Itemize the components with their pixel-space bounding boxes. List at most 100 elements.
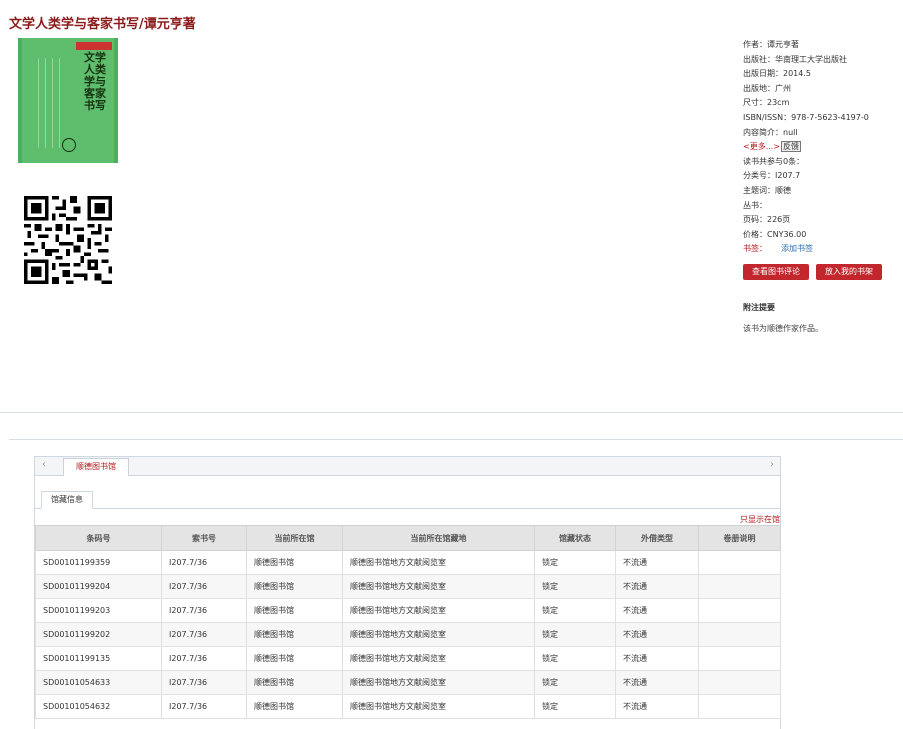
- more-link[interactable]: <更多...>: [743, 142, 780, 151]
- column-header[interactable]: 馆藏状态: [534, 525, 616, 551]
- size-field: 尺寸：23cm: [743, 98, 790, 108]
- library-cell: 顺德图书馆: [246, 550, 343, 575]
- notes-heading: 附注提要: [743, 303, 775, 312]
- volume-note-cell: [698, 598, 781, 623]
- location-cell: 顺德图书馆地方文献阅览室: [342, 670, 535, 695]
- library-cell: 顺德图书馆: [246, 574, 343, 599]
- status-cell: 锁定: [534, 598, 616, 623]
- library-cell: 顺德图书馆: [246, 646, 343, 671]
- barcode-cell: SD00101054632: [35, 694, 162, 719]
- volume-note-cell: [698, 622, 781, 647]
- cover-decoration: [32, 58, 62, 148]
- table-row: SD00101199204 I207.7/36 顺德图书馆 顺德图书馆地方文献阅…: [35, 574, 781, 599]
- library-cell: 顺德图书馆: [246, 694, 343, 719]
- barcode-cell: SD00101199135: [35, 646, 162, 671]
- holdings-panel: ‹ › 顺德图书馆 馆藏信息 只显示在馆 条码号 索书号 当前所在馆 当前所在馆…: [34, 456, 781, 729]
- qr-code-icon: [24, 196, 112, 284]
- call-number-cell: I207.7/36: [161, 574, 247, 599]
- status-cell: 锁定: [534, 574, 616, 599]
- library-cell: 顺德图书馆: [246, 598, 343, 623]
- column-header[interactable]: 卷册说明: [698, 525, 781, 551]
- table-row: SD00101199359 I207.7/36 顺德图书馆 顺德图书馆地方文献阅…: [35, 550, 781, 575]
- chevron-left-icon[interactable]: ‹: [42, 459, 46, 470]
- divider: [0, 412, 903, 413]
- column-header[interactable]: 外借类型: [615, 525, 699, 551]
- book-metadata: 作者：谭元亨著 出版社：华南理工大学出版社 出版日期：2014.5 出版地：广州…: [743, 38, 898, 257]
- library-tab-bar: ‹ › 顺德图书馆: [35, 457, 780, 476]
- loan-type-cell: 不流通: [615, 694, 699, 719]
- table-row: SD00101199203 I207.7/36 顺德图书馆 顺德图书馆地方文献阅…: [35, 598, 781, 623]
- library-cell: 顺德图书馆: [246, 622, 343, 647]
- price-field: 价格：CNY36.00: [743, 229, 807, 239]
- location-cell: 顺德图书馆地方文献阅览室: [342, 622, 535, 647]
- add-to-shelf-button[interactable]: 放入我的书架: [816, 264, 882, 280]
- series-field: 丛书：: [743, 200, 767, 210]
- call-number-cell: I207.7/36: [161, 550, 247, 575]
- bookmark-label: 书签：: [743, 244, 767, 254]
- barcode-cell: SD00101199359: [35, 550, 162, 575]
- class-number-field: 分类号：I207.7: [743, 171, 801, 181]
- summary-field: 内容简介：null: [743, 127, 798, 137]
- loan-type-cell: 不流通: [615, 550, 699, 575]
- call-number-cell: I207.7/36: [161, 694, 247, 719]
- volume-note-cell: [698, 646, 781, 671]
- table-row: SD00101054632 I207.7/36 顺德图书馆 顺德图书馆地方文献阅…: [35, 694, 781, 719]
- column-header[interactable]: 条码号: [35, 525, 162, 551]
- author-field: 作者：谭元亨著: [743, 40, 799, 49]
- location-cell: 顺德图书馆地方文献阅览室: [342, 646, 535, 671]
- location-cell: 顺德图书馆地方文献阅览室: [342, 598, 535, 623]
- status-cell: 锁定: [534, 670, 616, 695]
- book-cover-image: 文学人类学与客家书写: [18, 38, 118, 163]
- barcode-cell: SD00101054633: [35, 670, 162, 695]
- chevron-right-icon[interactable]: ›: [770, 459, 774, 470]
- table-row: SD00101199135 I207.7/36 顺德图书馆 顺德图书馆地方文献阅…: [35, 646, 781, 671]
- column-header[interactable]: 当前所在馆: [246, 525, 343, 551]
- table-header-row: 条码号 索书号 当前所在馆 当前所在馆藏地 馆藏状态 外借类型 卷册说明: [35, 525, 781, 551]
- pages-field: 页码：226页: [743, 215, 791, 225]
- cover-title: 文学人类学与客家书写: [84, 51, 106, 112]
- table-row: SD00101199202 I207.7/36 顺德图书馆 顺德图书馆地方文献阅…: [35, 622, 781, 647]
- location-cell: 顺德图书馆地方文献阅览室: [342, 574, 535, 599]
- library-cell: 顺德图书馆: [246, 670, 343, 695]
- location-cell: 顺德图书馆地方文献阅览室: [342, 550, 535, 575]
- notes-text: 该书为顺德作家作品。: [743, 324, 823, 333]
- call-number-cell: I207.7/36: [161, 646, 247, 671]
- tab-shunde-library[interactable]: 顺德图书馆: [63, 458, 129, 476]
- location-cell: 顺德图书馆地方文献阅览室: [342, 694, 535, 719]
- tab-holding-info[interactable]: 馆藏信息: [41, 491, 93, 509]
- barcode-cell: SD00101199204: [35, 574, 162, 599]
- call-number-cell: I207.7/36: [161, 598, 247, 623]
- show-available-only-link[interactable]: 只显示在馆: [740, 514, 780, 525]
- call-number-cell: I207.7/36: [161, 670, 247, 695]
- volume-note-cell: [698, 670, 781, 695]
- table-row: SD00101054633 I207.7/36 顺德图书馆 顺德图书馆地方文献阅…: [35, 670, 781, 695]
- volume-note-cell: [698, 694, 781, 719]
- add-bookmark-link[interactable]: 添加书签: [781, 244, 813, 253]
- volume-note-cell: [698, 550, 781, 575]
- column-header[interactable]: 当前所在馆藏地: [342, 525, 535, 551]
- status-cell: 锁定: [534, 622, 616, 647]
- pub-date-field: 出版日期：2014.5: [743, 69, 811, 79]
- publisher-logo-icon: [62, 138, 76, 152]
- barcode-cell: SD00101199202: [35, 622, 162, 647]
- call-number-cell: I207.7/36: [161, 622, 247, 647]
- status-cell: 锁定: [534, 694, 616, 719]
- holding-tab-line: [35, 508, 780, 509]
- feedback-button[interactable]: 反馈: [781, 141, 802, 153]
- loan-type-cell: 不流通: [615, 574, 699, 599]
- view-reviews-button[interactable]: 查看图书评论: [743, 264, 809, 280]
- publisher-field: 出版社：华南理工大学出版社: [743, 54, 847, 64]
- comments-field: 读书共参与0条：: [743, 156, 805, 166]
- book-title: 文学人类学与客家书写/谭元亨著: [9, 17, 196, 32]
- barcode-cell: SD00101199203: [35, 598, 162, 623]
- column-header[interactable]: 索书号: [161, 525, 247, 551]
- holdings-table: 条码号 索书号 当前所在馆 当前所在馆藏地 馆藏状态 外借类型 卷册说明 SD0…: [35, 525, 781, 719]
- loan-type-cell: 不流通: [615, 670, 699, 695]
- subject-field: 主题词：顺德: [743, 185, 791, 195]
- isbn-field: ISBN/ISSN：978-7-5623-4197-0: [743, 112, 869, 122]
- pub-place-field: 出版地：广州: [743, 83, 791, 93]
- divider: [9, 439, 903, 440]
- volume-note-cell: [698, 574, 781, 599]
- loan-type-cell: 不流通: [615, 646, 699, 671]
- bookmark-row: 书签： 添加书签: [743, 242, 898, 257]
